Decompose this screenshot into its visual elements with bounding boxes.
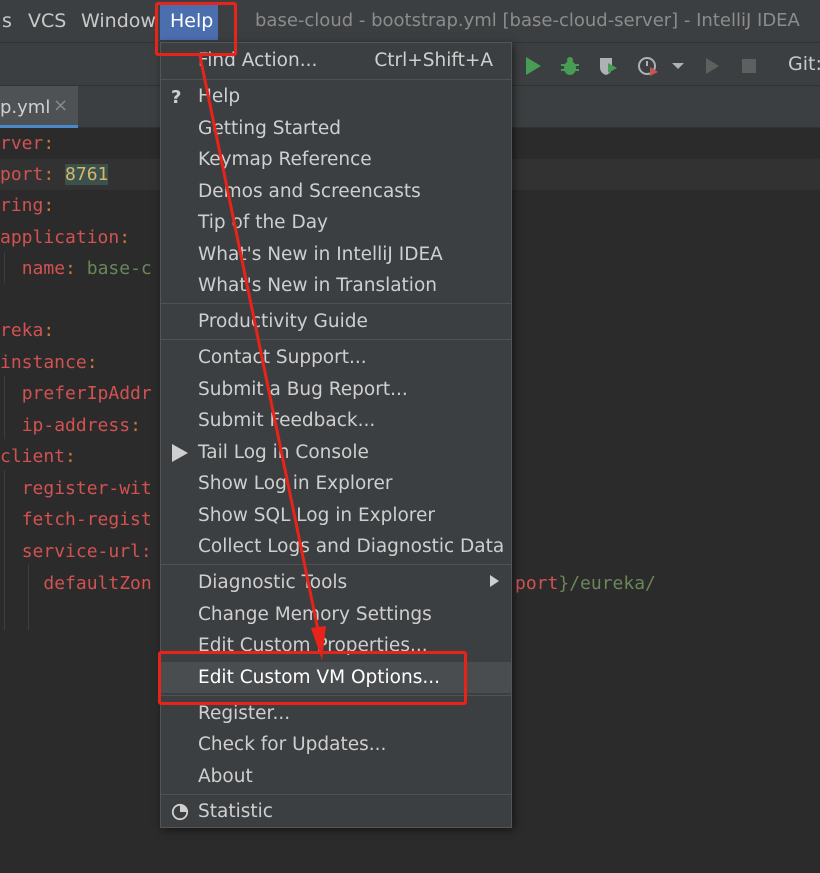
menu-separator: [161, 564, 511, 565]
menu-item-collect-logs[interactable]: Collect Logs and Diagnostic Data: [161, 531, 511, 562]
menu-item-submit-feedback[interactable]: Submit Feedback...: [161, 405, 511, 436]
menu-item-help[interactable]: ? Help: [161, 81, 511, 112]
question-mark-icon: ?: [171, 87, 182, 108]
resume-icon[interactable]: [701, 55, 723, 77]
menu-item-productivity-guide[interactable]: Productivity Guide: [161, 306, 511, 337]
dropdown-icon[interactable]: [668, 55, 690, 77]
help-menu: Find Action... Ctrl+Shift+A ? Help Getti…: [160, 42, 512, 828]
debug-icon[interactable]: [559, 55, 581, 77]
window-title: base-cloud - bootstrap.yml [base-cloud-s…: [255, 10, 800, 31]
menu-item-show-sql-log[interactable]: Show SQL Log in Explorer: [161, 500, 511, 531]
menu-item-demos[interactable]: Demos and Screencasts: [161, 176, 511, 207]
menu-separator: [161, 794, 511, 795]
profile-icon[interactable]: [637, 55, 659, 77]
coverage-icon[interactable]: [597, 55, 619, 77]
menu-item-change-memory[interactable]: Change Memory Settings: [161, 599, 511, 630]
menu-item-diagnostic-tools[interactable]: Diagnostic Tools: [161, 567, 511, 598]
menu-item-vcs[interactable]: VCS: [28, 10, 66, 32]
pie-chart-icon: [171, 803, 189, 821]
menu-item-about[interactable]: About: [161, 761, 511, 792]
menu-item-whats-new-translation[interactable]: What's New in Translation: [161, 270, 511, 301]
menu-item-contact-support[interactable]: Contact Support...: [161, 342, 511, 373]
menu-item-submit-bug[interactable]: Submit a Bug Report...: [161, 374, 511, 405]
menu-item-check-updates[interactable]: Check for Updates...: [161, 729, 511, 760]
play-icon: [172, 444, 188, 462]
git-label: Git:: [788, 53, 820, 75]
submenu-arrow-icon: [490, 575, 499, 587]
menu-separator: [161, 79, 511, 80]
stop-icon[interactable]: [738, 55, 760, 77]
code-line-tail: port}/eureka/: [515, 573, 656, 594]
shortcut-label: Ctrl+Shift+A: [374, 50, 493, 71]
menu-item-partial[interactable]: s: [2, 10, 12, 32]
tab-bootstrap-yml[interactable]: p.yml ×: [0, 86, 78, 128]
menu-item-whats-new[interactable]: What's New in IntelliJ IDEA: [161, 239, 511, 270]
menu-item-show-log[interactable]: Show Log in Explorer: [161, 468, 511, 499]
tab-label: p.yml: [0, 97, 51, 118]
run-icon[interactable]: [522, 55, 544, 77]
menu-item-keymap-reference[interactable]: Keymap Reference: [161, 144, 511, 175]
menu-separator: [161, 303, 511, 304]
menu-separator: [161, 339, 511, 340]
menu-item-getting-started[interactable]: Getting Started: [161, 113, 511, 144]
highlight-box-edit-vm-options: [158, 651, 467, 705]
close-icon[interactable]: ×: [53, 95, 68, 116]
menu-bar: s VCS Window Help base-cloud - bootstrap…: [0, 0, 820, 42]
menu-item-statistic[interactable]: Statistic: [161, 796, 511, 827]
menu-item-tip-of-day[interactable]: Tip of the Day: [161, 207, 511, 238]
menu-item-tail-log[interactable]: Tail Log in Console: [161, 437, 511, 468]
highlight-box-help: [155, 2, 237, 56]
menu-item-window[interactable]: Window: [81, 10, 156, 32]
